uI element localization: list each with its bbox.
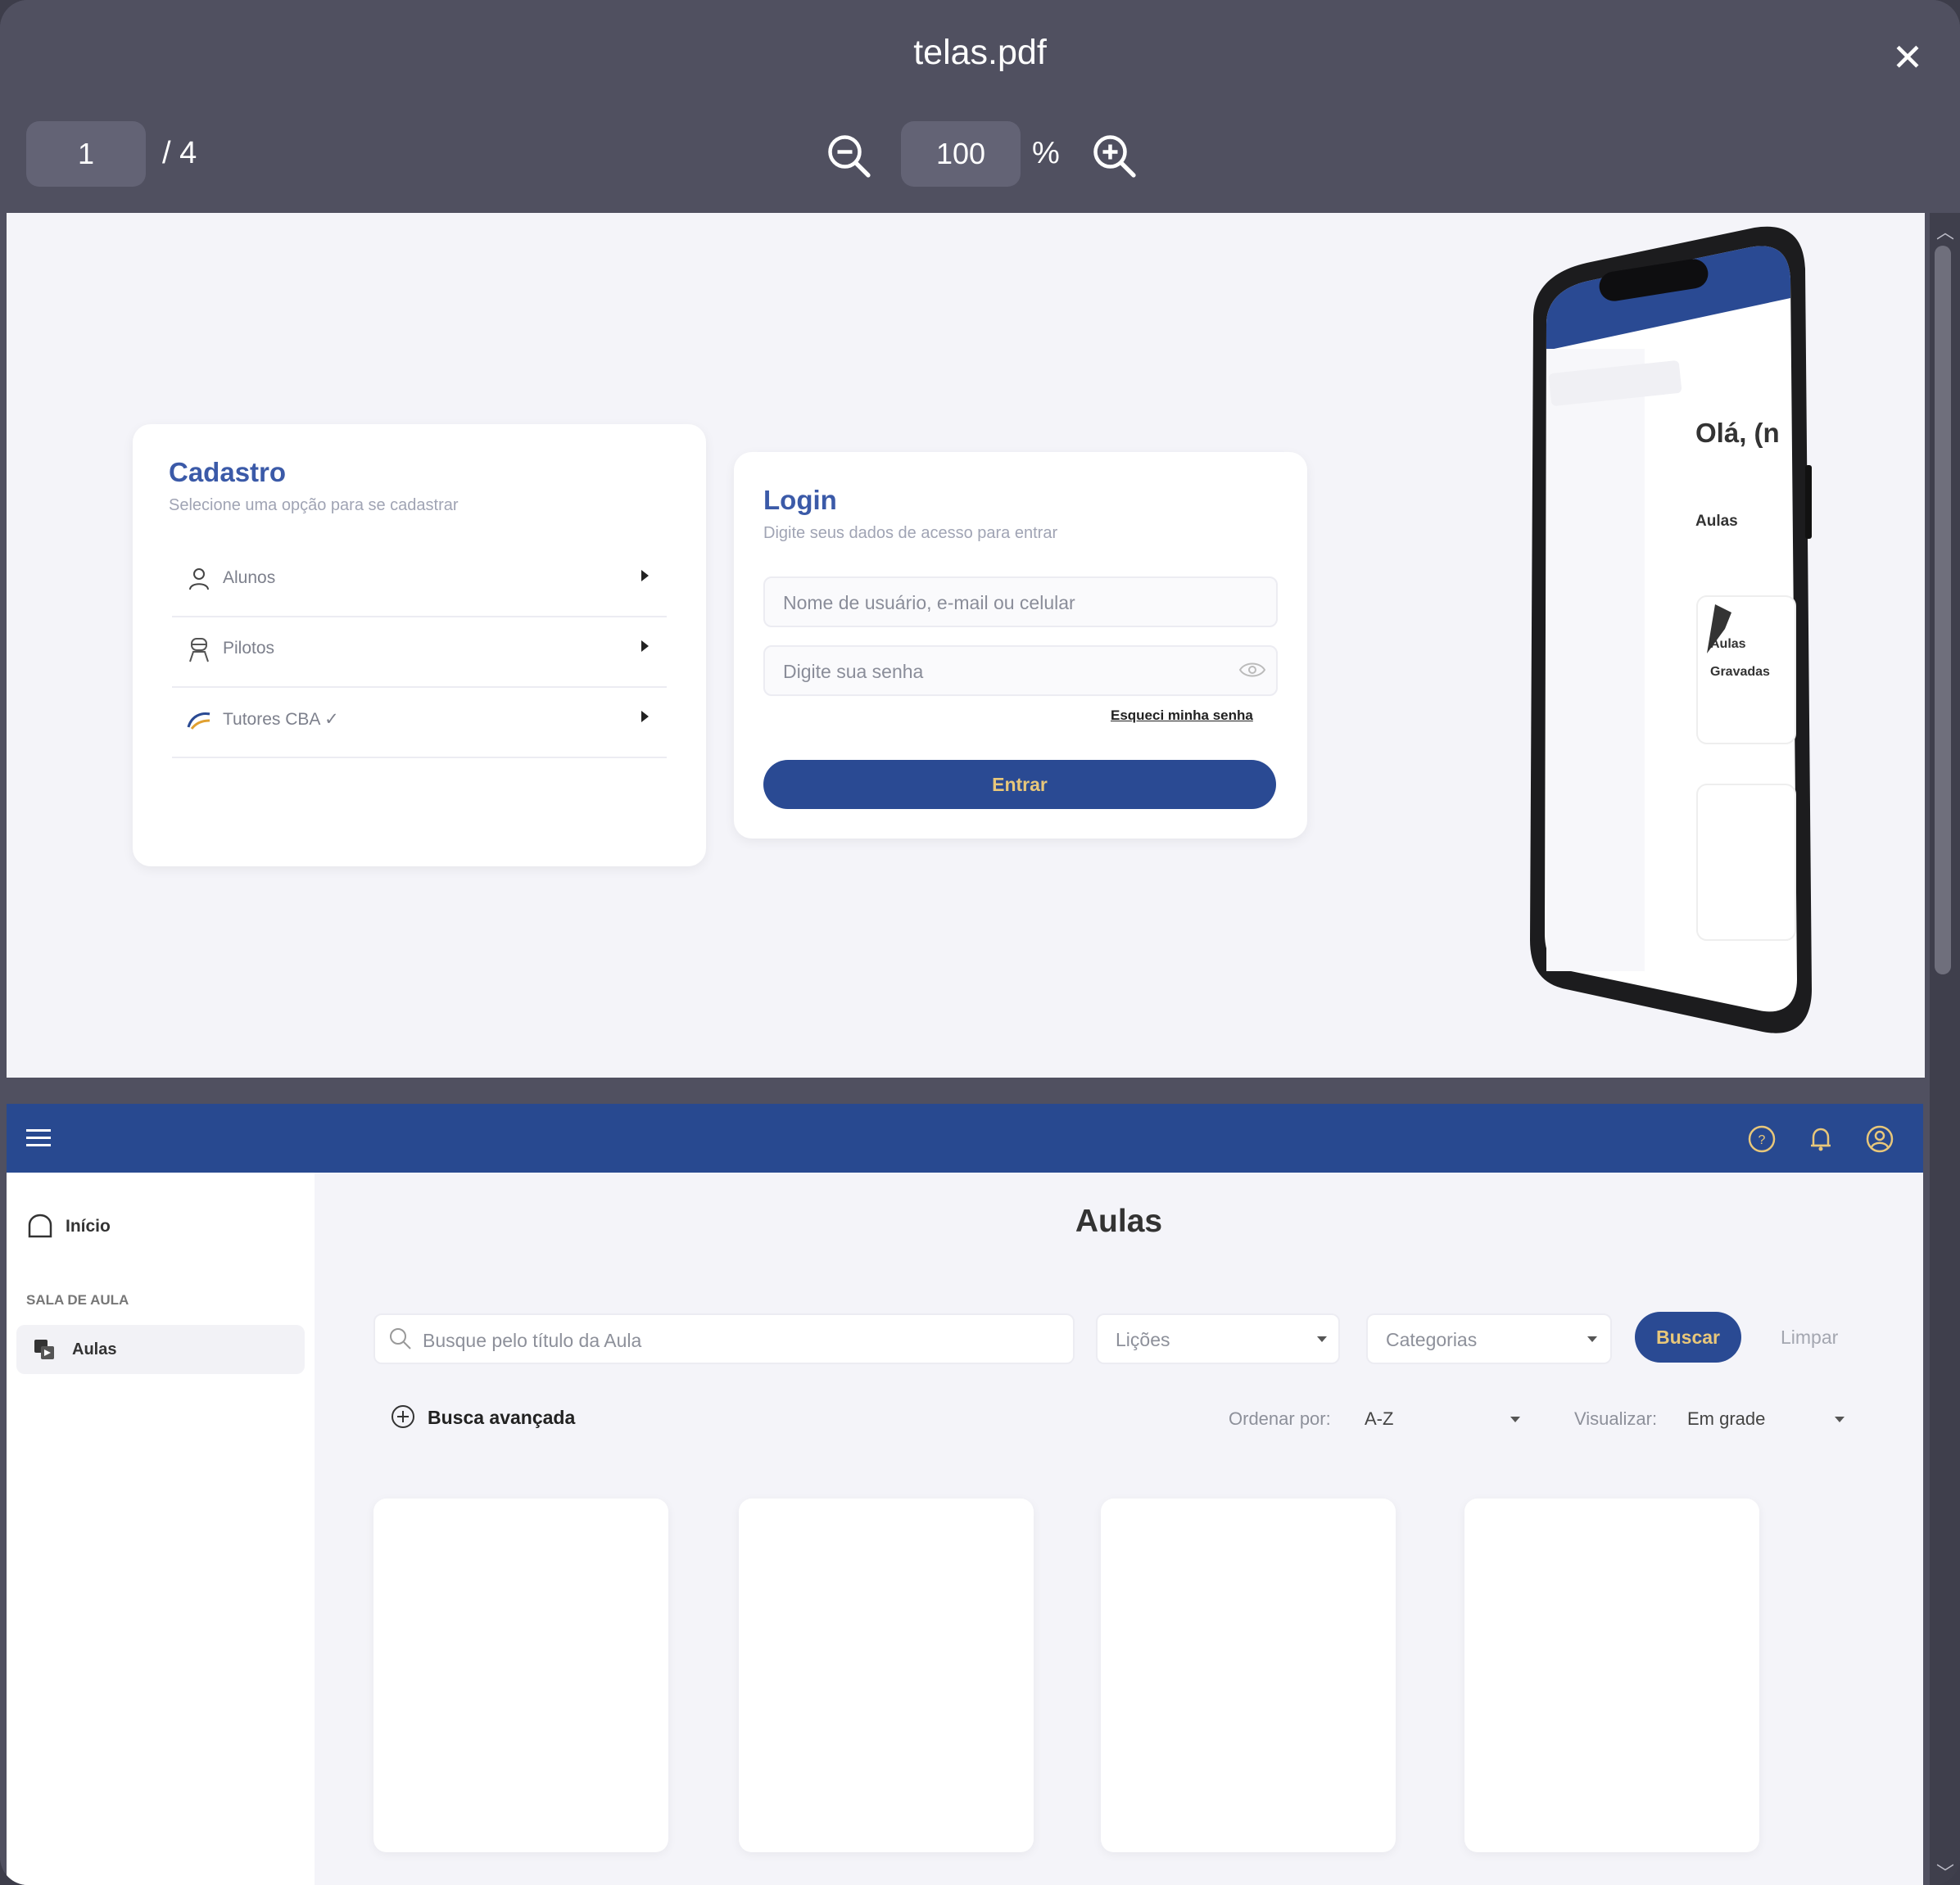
advanced-search-link[interactable]: Busca avançada [428, 1407, 575, 1429]
search-placeholder: Busque pelo título da Aula [423, 1330, 642, 1351]
cadastro-option-pilotos[interactable]: Pilotos [172, 616, 667, 688]
hamburger-menu-icon[interactable] [25, 1125, 52, 1151]
sidebar-section-title: SALA DE AULA [26, 1292, 129, 1308]
plus-circle-icon[interactable] [390, 1404, 416, 1430]
document-title: telas.pdf [913, 33, 1047, 72]
login-subtitle: Digite seus dados de acesso para entrar [763, 524, 1058, 542]
arrow-right-icon [641, 640, 649, 652]
lessons-select[interactable]: Lições [1096, 1313, 1340, 1364]
categories-select-value: Categorias [1386, 1329, 1478, 1350]
clear-button[interactable]: Limpar [1781, 1327, 1838, 1349]
chevron-down-icon [1510, 1417, 1520, 1422]
eye-icon[interactable] [1238, 660, 1266, 680]
phone-card-label-line2: Gravadas [1710, 665, 1770, 679]
scroll-up-icon[interactable]: ︿ [1933, 218, 1958, 242]
close-icon[interactable]: ✕ [1885, 34, 1931, 80]
lesson-card[interactable] [739, 1499, 1034, 1852]
cadastro-subtitle: Selecione uma opção para se cadastrar [169, 496, 459, 514]
login-card: Login Digite seus dados de acesso para e… [734, 452, 1307, 839]
arrow-right-icon [641, 570, 649, 581]
home-icon [28, 1214, 52, 1238]
page-title: Aulas [1075, 1204, 1163, 1239]
search-icon [390, 1328, 411, 1349]
zoom-out-icon[interactable] [824, 131, 873, 180]
user-icon [189, 568, 209, 590]
sidebar-item-aulas[interactable]: Aulas [16, 1325, 305, 1374]
lessons-select-value: Lições [1116, 1329, 1170, 1350]
cadastro-option-alunos[interactable]: Alunos [172, 545, 667, 617]
phone-section-title: Aulas [1695, 513, 1738, 530]
username-placeholder: Nome de usuário, e-mail ou celular [783, 592, 1075, 613]
zoom-unit: % [1032, 136, 1060, 170]
view-label: Visualizar: [1574, 1408, 1658, 1429]
lesson-card[interactable] [1101, 1499, 1396, 1852]
sidebar-item-inicio[interactable]: Início [66, 1217, 111, 1236]
chevron-down-icon [1835, 1417, 1845, 1422]
zoom-input[interactable]: 100 [901, 121, 1021, 187]
scrollbar-thumb[interactable] [1935, 246, 1951, 974]
viewer-toolbar: telas.pdf ✕ 1 / 4 100 % [0, 0, 1960, 213]
login-title: Login [763, 485, 837, 515]
option-label: Pilotos [223, 639, 275, 658]
phone-greeting: Olá, (n [1695, 418, 1780, 448]
zoom-in-icon[interactable] [1089, 131, 1138, 180]
phone-card-label-line1: Aulas [1710, 637, 1746, 651]
pilot-icon [189, 638, 209, 662]
lesson-card[interactable] [1464, 1499, 1759, 1852]
option-label: Alunos [223, 568, 276, 587]
order-label: Ordenar por: [1229, 1408, 1331, 1429]
arrow-right-icon [641, 711, 649, 722]
login-button[interactable]: Entrar [763, 760, 1276, 809]
classroom-icon [34, 1340, 54, 1359]
categories-select[interactable]: Categorias [1366, 1313, 1612, 1364]
pdf-viewer: telas.pdf ✕ 1 / 4 100 % Cadastro Selecio… [0, 0, 1960, 1885]
cba-logo-icon [187, 712, 210, 730]
phone-mockup [1530, 226, 1812, 1033]
cadastro-title: Cadastro [169, 457, 287, 487]
sidebar: Início SALA DE AULA Aulas [7, 1173, 315, 1885]
page-number-input[interactable]: 1 [26, 121, 146, 187]
account-icon[interactable] [1864, 1123, 1895, 1155]
forgot-password-link[interactable]: Esqueci minha senha [1111, 707, 1253, 724]
username-field[interactable]: Nome de usuário, e-mail ou celular [763, 576, 1278, 627]
help-icon[interactable]: ? [1746, 1123, 1777, 1155]
option-label: Tutores CBA ✓ [223, 710, 339, 729]
scroll-down-icon[interactable]: ﹀ [1933, 1859, 1958, 1883]
view-select[interactable]: Em grade [1687, 1408, 1765, 1430]
pdf-page-1: Cadastro Selecione uma opção para se cad… [7, 213, 1925, 1078]
password-field[interactable]: Digite sua senha [763, 645, 1278, 696]
pdf-page-2: ? Início SALA DE AULA Aulas Aulas Busque… [7, 1104, 1923, 1885]
app-header: ? [7, 1104, 1923, 1173]
cadastro-card: Cadastro Selecione uma opção para se cad… [133, 424, 706, 866]
chevron-down-icon [1587, 1336, 1597, 1342]
sidebar-item-label: Aulas [72, 1340, 117, 1358]
page-total: / 4 [162, 136, 197, 170]
order-select[interactable]: A-Z [1365, 1408, 1393, 1430]
search-button[interactable]: Buscar [1635, 1312, 1741, 1363]
password-placeholder: Digite sua senha [783, 661, 924, 682]
search-input[interactable]: Busque pelo título da Aula [373, 1313, 1075, 1364]
cadastro-option-tutores[interactable]: Tutores CBA ✓ [172, 686, 667, 758]
phone-card-label: Aulas Gravadas [1710, 631, 1770, 686]
lesson-card[interactable] [373, 1499, 668, 1852]
bell-icon[interactable] [1805, 1123, 1836, 1155]
chevron-down-icon [1317, 1336, 1327, 1342]
svg-text:?: ? [1759, 1133, 1766, 1147]
